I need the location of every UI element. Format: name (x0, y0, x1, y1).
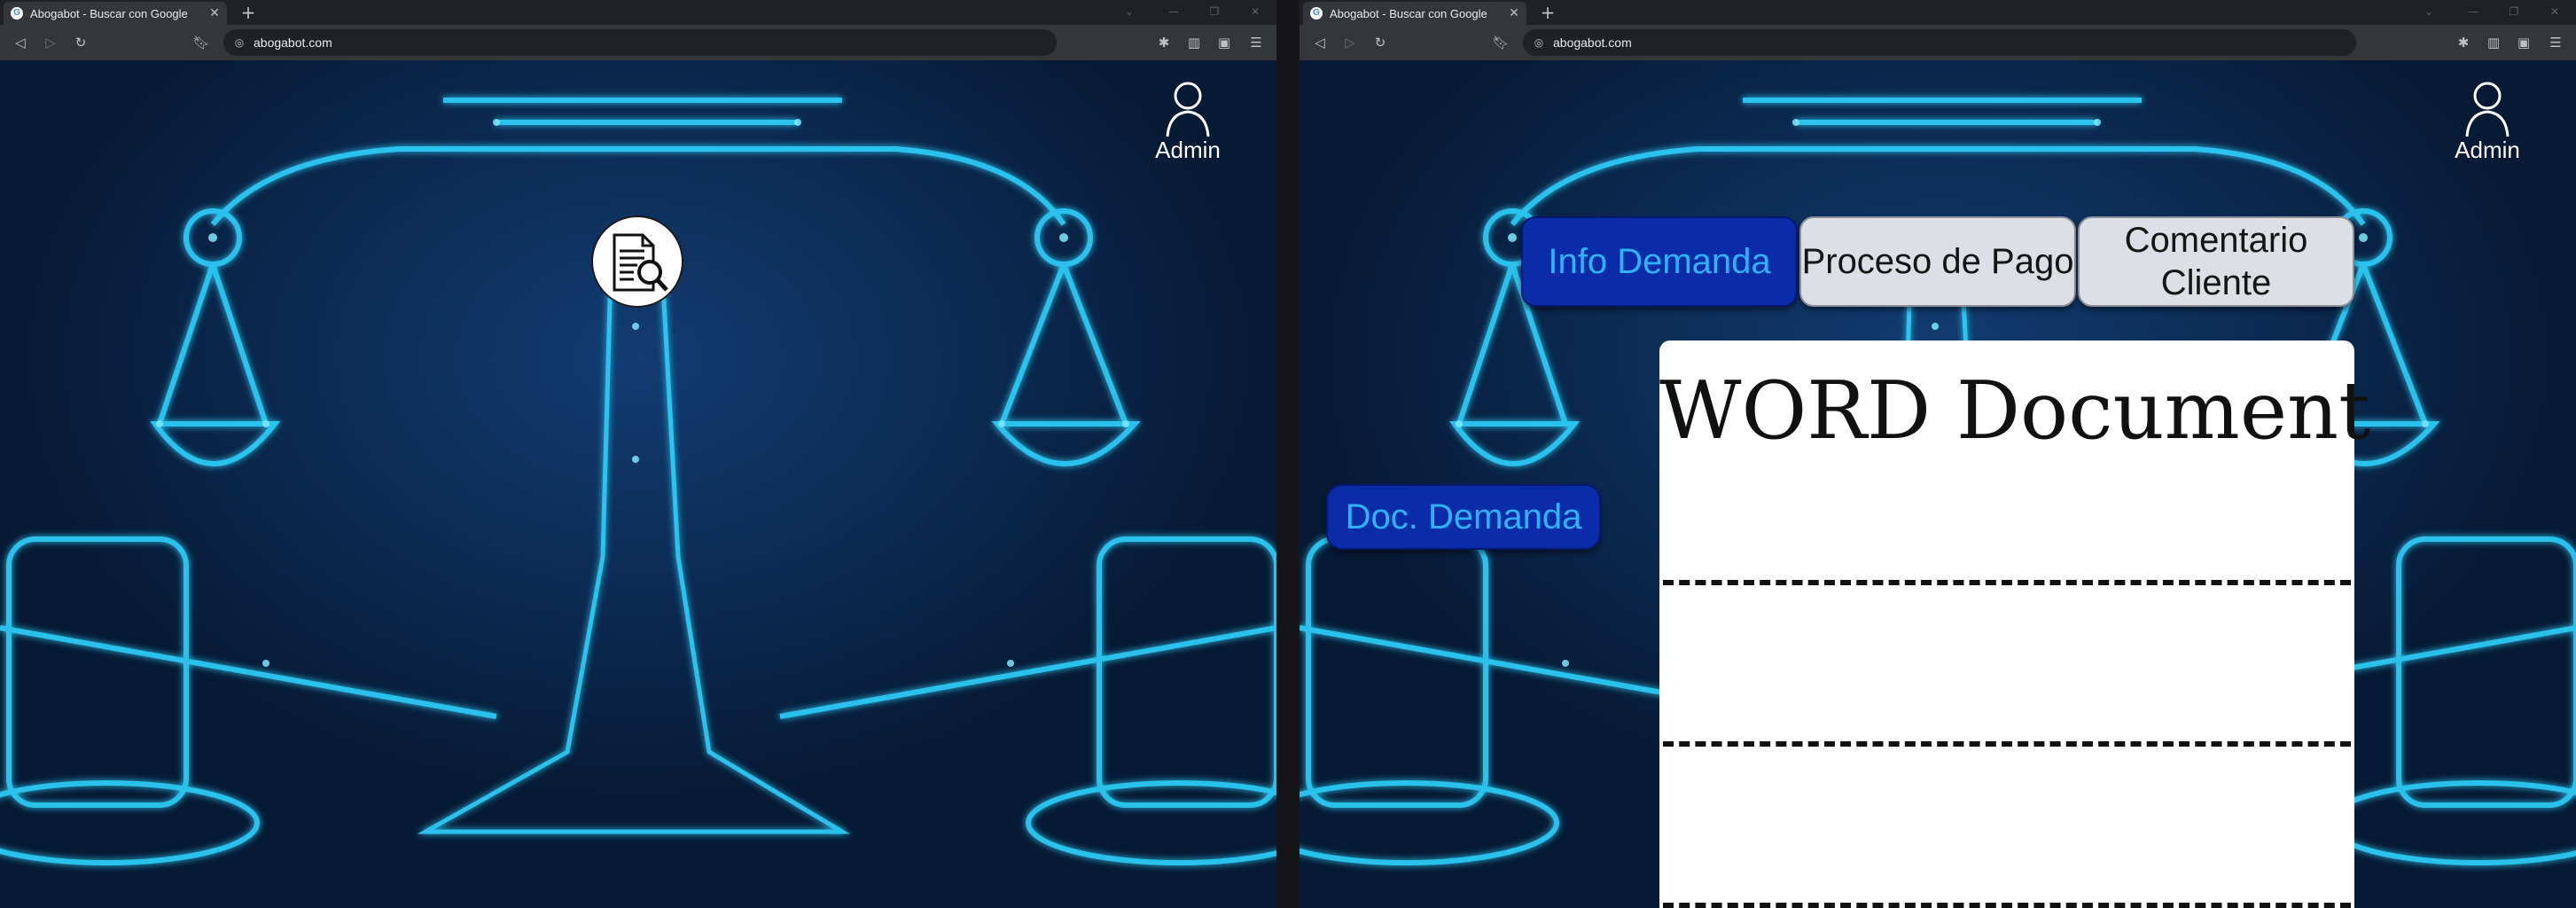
justice-scales-background-image (0, 98, 1276, 865)
document-title: WORD Document (1659, 364, 2371, 458)
close-window-icon[interactable]: ✕ (2542, 3, 2567, 20)
url-text[interactable]: abogabot.com (1553, 35, 2085, 51)
wallet-icon[interactable]: ▣ (2514, 33, 2533, 52)
restore-icon[interactable]: ❐ (1202, 3, 1227, 20)
tab-info-demanda[interactable]: Info Demanda (1521, 216, 1798, 307)
google-favicon-icon: G (11, 7, 23, 20)
user-icon (1166, 82, 1210, 137)
doc-demanda-button[interactable]: Doc. Demanda (1326, 484, 1601, 550)
site-info-icon[interactable]: ◎ (230, 34, 248, 51)
document-search-icon (613, 233, 668, 292)
restore-icon[interactable]: ❐ (2502, 3, 2526, 20)
forward-icon[interactable]: ▷ (41, 33, 60, 52)
tab-search-icon[interactable]: ⌄ (1117, 3, 1142, 20)
screen-divider (1276, 0, 1300, 908)
document-search-button[interactable] (591, 215, 683, 308)
tab-strip: G Abogabot - Buscar con Google ✕ + ⌄ — ❐… (0, 0, 1276, 25)
browser-window-left: G Abogabot - Buscar con Google ✕ + ⌄ — ❐… (0, 0, 1276, 908)
extensions-icon[interactable]: ✱ (1154, 33, 1174, 52)
bookmark-icon[interactable]: 🔖︎ (191, 33, 211, 52)
menu-icon[interactable]: ☰ (2546, 33, 2565, 52)
minimize-icon[interactable]: — (1161, 3, 1186, 20)
word-document-preview: WORD Document (1659, 340, 2371, 908)
user-icon (2465, 82, 2510, 137)
forward-icon[interactable]: ▷ (1340, 33, 1360, 52)
address-bar[interactable]: ◎ abogabot.com (223, 29, 1057, 56)
back-icon[interactable]: ◁ (11, 33, 30, 52)
admin-label: Admin (2455, 137, 2520, 163)
menu-icon[interactable]: ☰ (1246, 33, 1266, 52)
bookmark-icon[interactable]: 🔖︎ (1491, 33, 1510, 52)
wallet-icon[interactable]: ▣ (1214, 33, 1234, 52)
admin-label: Admin (1155, 137, 1221, 163)
document-text-line (1663, 580, 2351, 585)
extensions-icon[interactable]: ✱ (2454, 33, 2473, 52)
tab-search-icon[interactable]: ⌄ (2416, 3, 2441, 20)
side-panel-icon[interactable]: ▥ (1184, 33, 1204, 52)
tab-title: Abogabot - Buscar con Google (30, 7, 188, 20)
new-tab-button[interactable]: + (1537, 2, 1558, 23)
side-panel-icon[interactable]: ▥ (2484, 33, 2503, 52)
site-info-icon[interactable]: ◎ (1530, 34, 1548, 51)
page-content: Info Demanda Proceso de Pago Comentario … (1300, 60, 2576, 908)
tab-close-icon[interactable]: ✕ (1507, 5, 1521, 21)
tab-title: Abogabot - Buscar con Google (1330, 7, 1487, 20)
url-text[interactable]: abogabot.com (254, 35, 785, 51)
address-bar[interactable]: ◎ abogabot.com (1523, 29, 2356, 56)
page-content: Admin (0, 60, 1276, 908)
tab-strip: G Abogabot - Buscar con Google ✕ + ⌄ — ❐… (1300, 0, 2576, 25)
google-favicon-icon: G (1310, 7, 1323, 20)
tab-comentario-cliente[interactable]: Comentario Cliente (2078, 216, 2354, 307)
browser-window-right: G Abogabot - Buscar con Google ✕ + ⌄ — ❐… (1300, 0, 2576, 908)
reload-icon[interactable]: ↻ (1370, 33, 1390, 52)
admin-profile[interactable]: Admin (2443, 80, 2532, 165)
tab-close-icon[interactable]: ✕ (207, 5, 222, 21)
document-text-line (1663, 741, 2351, 747)
close-window-icon[interactable]: ✕ (1243, 3, 1268, 20)
back-icon[interactable]: ◁ (1310, 33, 1330, 52)
browser-toolbar: ◁ ▷ ↻ 🔖︎ ◎ abogabot.com ✱ ▥ ▣ ☰ (0, 25, 1276, 60)
tab-proceso-de-pago[interactable]: Proceso de Pago (1799, 216, 2076, 307)
minimize-icon[interactable]: — (2461, 3, 2486, 20)
browser-tab[interactable]: G Abogabot - Buscar con Google ✕ (1303, 2, 1526, 25)
reload-icon[interactable]: ↻ (71, 33, 90, 52)
document-text-line (1663, 903, 2351, 908)
new-tab-button[interactable]: + (238, 2, 259, 23)
browser-toolbar: ◁ ▷ ↻ 🔖︎ ◎ abogabot.com ✱ ▥ ▣ ☰ (1300, 25, 2576, 60)
browser-tab[interactable]: G Abogabot - Buscar con Google ✕ (4, 2, 227, 25)
admin-profile[interactable]: Admin (1144, 80, 1232, 165)
